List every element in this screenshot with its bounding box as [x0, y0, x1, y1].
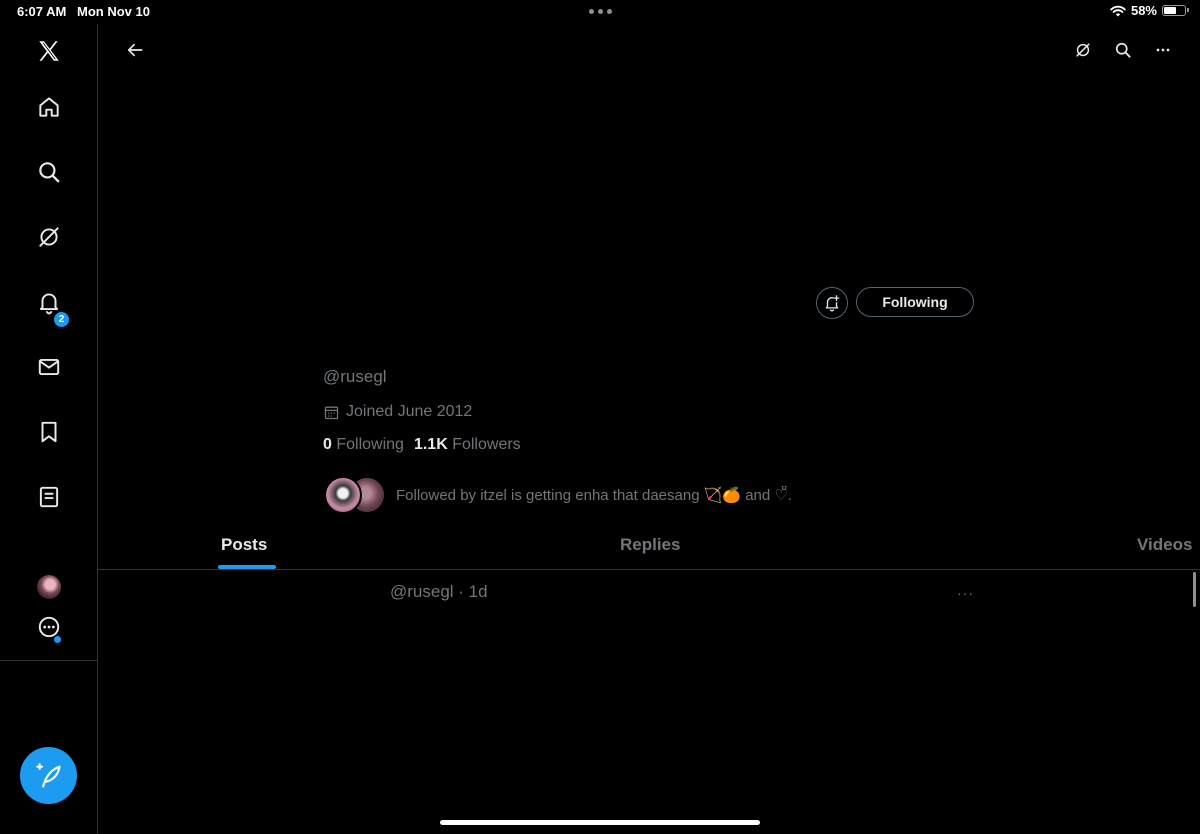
notify-bell-button[interactable]	[816, 287, 848, 319]
joined-text: Joined June 2012	[346, 403, 473, 420]
bell-plus-icon	[825, 295, 840, 312]
x-logo-icon[interactable]	[34, 36, 64, 66]
follow-counts: 0 Following 1.1K Followers	[323, 436, 521, 454]
home-indicator[interactable]	[440, 820, 760, 825]
search-icon[interactable]	[1111, 38, 1135, 62]
search-icon[interactable]	[34, 157, 64, 187]
grok-icon[interactable]	[34, 222, 64, 252]
scrollbar[interactable]	[1193, 572, 1196, 607]
compose-post-button[interactable]	[20, 747, 77, 804]
following-label: Following	[336, 436, 404, 453]
active-tab-indicator	[218, 565, 276, 569]
following-button[interactable]: Following	[856, 287, 974, 317]
notifications-badge: 2	[54, 312, 69, 327]
calendar-icon	[324, 406, 339, 419]
tab-posts[interactable]: Posts	[221, 535, 267, 555]
more-options-icon[interactable]	[1151, 38, 1175, 62]
follower-avatar	[324, 476, 362, 514]
wifi-icon	[1110, 5, 1126, 16]
post-handle-time: @rusegl · 1d	[390, 582, 488, 601]
battery-percent: 58%	[1130, 3, 1157, 18]
multitasking-dots-icon[interactable]	[589, 9, 612, 14]
following-count: 0	[323, 436, 332, 453]
compose-feather-icon	[35, 762, 61, 788]
joined-date: Joined June 2012	[323, 403, 472, 421]
status-bar: 6:07 AM Mon Nov 10 58%	[0, 0, 1200, 24]
more-dot-badge	[54, 636, 61, 643]
sidebar-divider	[0, 660, 97, 661]
grok-icon[interactable]	[1071, 38, 1095, 62]
status-date: Mon Nov 10	[77, 4, 150, 19]
home-icon[interactable]	[34, 92, 64, 122]
bookmarks-icon[interactable]	[34, 417, 64, 447]
followers-label: Followers	[452, 436, 521, 453]
followers-count: 1.1K	[413, 436, 448, 453]
profile-tabs: Posts Replies Videos	[98, 525, 1200, 570]
followed-by-text: Followed by itzel is getting enha that d…	[396, 487, 793, 504]
tab-videos[interactable]: Videos	[1137, 535, 1192, 555]
profile-avatar-icon[interactable]	[37, 575, 61, 599]
profile-handle: @rusegl	[323, 367, 387, 386]
lists-icon[interactable]	[34, 482, 64, 512]
status-time: 6:07 AM	[17, 4, 67, 19]
back-arrow-icon[interactable]	[123, 38, 147, 62]
battery-icon	[1162, 5, 1189, 16]
sidebar: 2	[0, 24, 98, 834]
post-more-icon[interactable]: ···	[957, 585, 974, 601]
tab-replies[interactable]: Replies	[620, 535, 680, 555]
status-right: 58%	[1110, 3, 1189, 18]
following-count-link[interactable]: 0 Following	[323, 436, 404, 454]
followers-count-link[interactable]: 1.1K Followers	[414, 436, 521, 454]
messages-envelope-icon[interactable]	[34, 352, 64, 382]
followed-by[interactable]: Followed by itzel is getting enha that d…	[324, 475, 792, 515]
